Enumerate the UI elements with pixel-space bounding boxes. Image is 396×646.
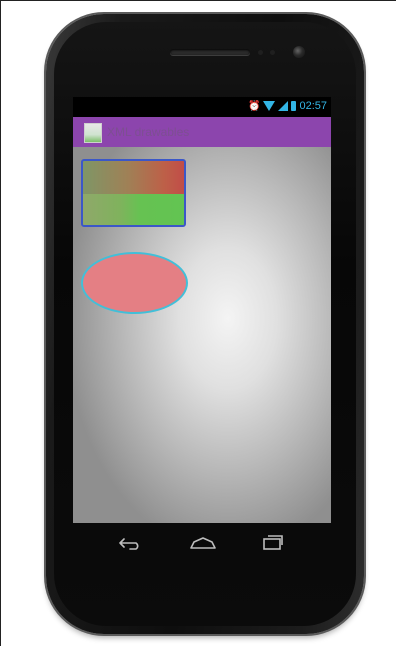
home-icon[interactable] (188, 536, 218, 550)
page-border-top (0, 0, 396, 1)
proximity-sensor (258, 50, 263, 55)
status-time: 02:57 (299, 100, 327, 112)
earpiece-speaker (170, 49, 250, 55)
rectangle-bottom-band (83, 194, 184, 225)
oval-drawable (81, 252, 188, 314)
app-icon[interactable] (84, 123, 102, 143)
device-screen: ⏰ 02:57 XML drawables (73, 97, 331, 523)
status-bar: ⏰ 02:57 (73, 97, 331, 117)
app-title: XML drawables (107, 125, 190, 139)
battery-icon (291, 101, 297, 111)
rectangle-drawable (81, 159, 186, 227)
light-sensor (270, 50, 275, 55)
recent-apps-icon[interactable] (262, 533, 284, 551)
alarm-icon: ⏰ (248, 100, 261, 112)
page-border-left (0, 0, 1, 646)
back-icon[interactable] (118, 536, 144, 550)
signal-icon (278, 101, 289, 111)
action-bar: XML drawables (73, 117, 331, 147)
wifi-icon (263, 101, 276, 111)
front-camera (293, 46, 305, 58)
